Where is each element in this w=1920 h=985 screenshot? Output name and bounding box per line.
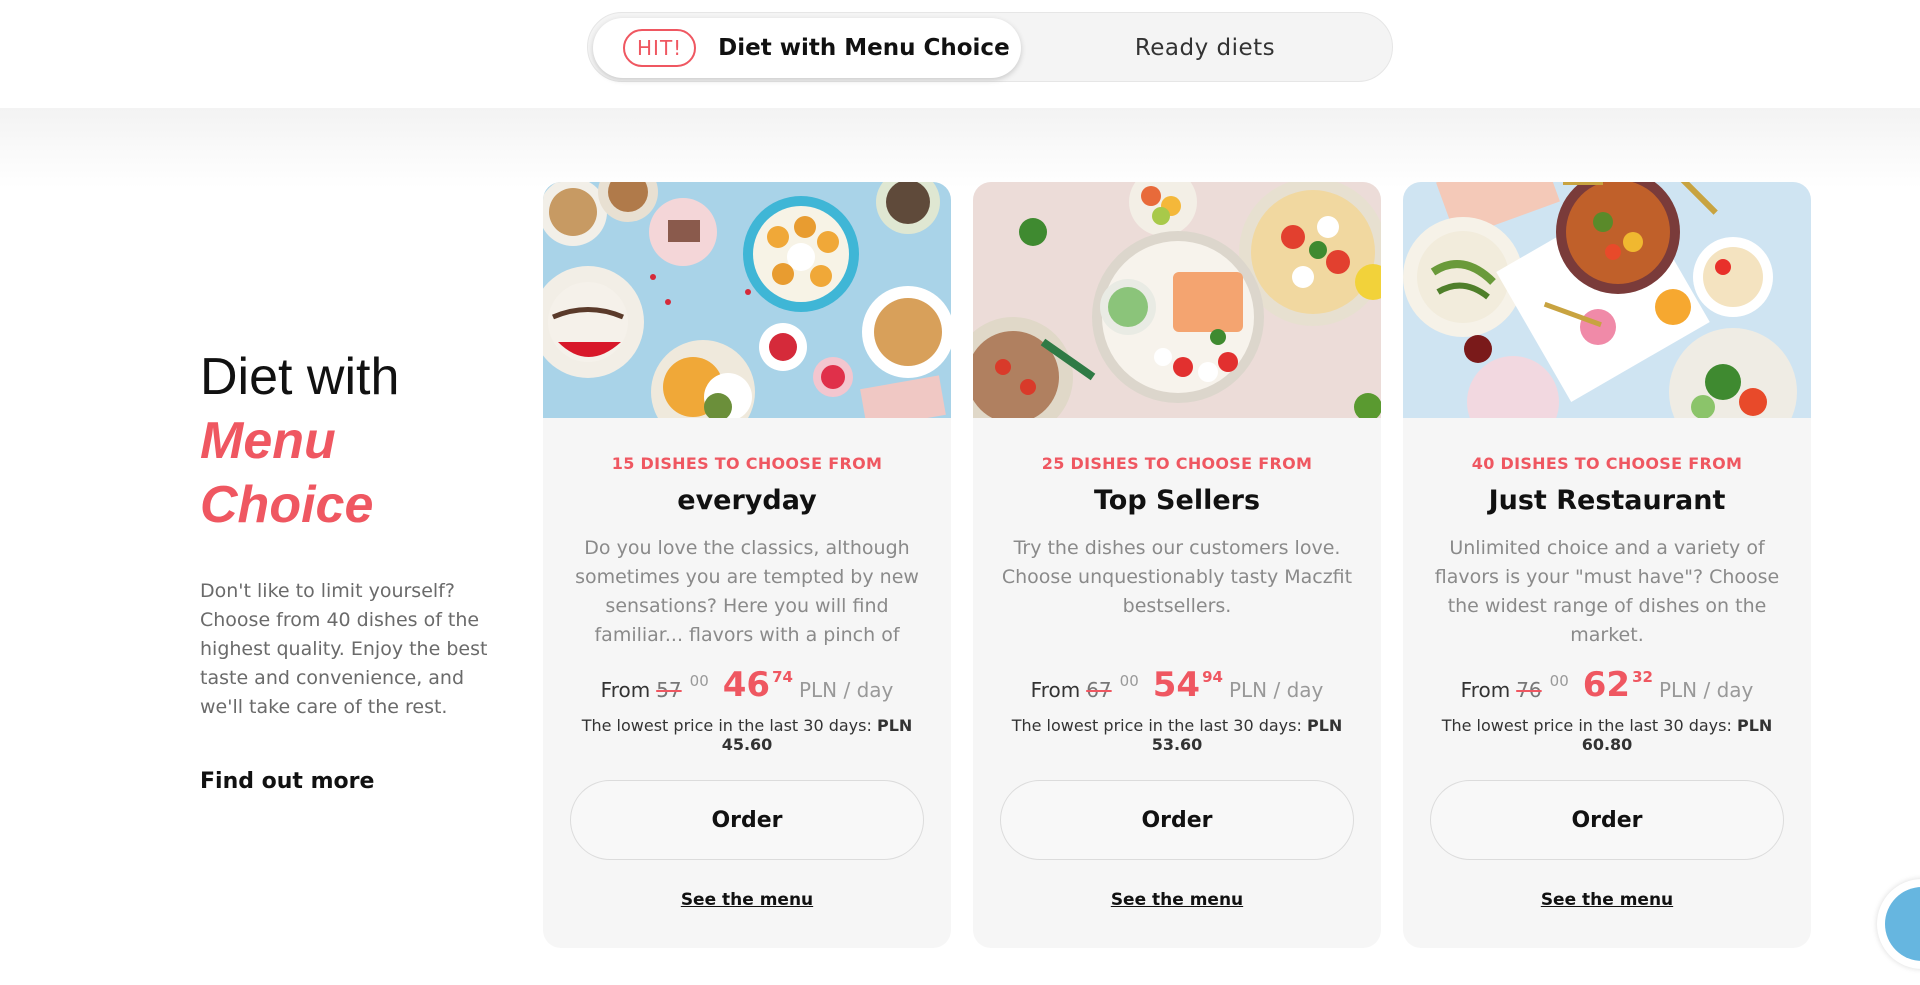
old-price: 57 <box>656 678 682 702</box>
lowest-price-label: The lowest price in the last 30 days: <box>1011 716 1302 735</box>
diet-name: Top Sellers <box>1093 485 1261 516</box>
diet-name: Just Restaurant <box>1488 485 1726 516</box>
intro-section: Diet with Menu Choice Don't like to limi… <box>200 345 500 794</box>
price-unit: PLN / day <box>798 678 894 702</box>
tab-label: Diet with Menu Choice <box>718 35 1010 61</box>
intro-title: Diet with Menu Choice <box>200 345 500 537</box>
price: From 57 00 46 74 PLN / day <box>565 666 929 706</box>
order-button[interactable]: Order <box>1000 780 1354 860</box>
dish-count: 15 DISHES TO CHOOSE FROM <box>611 454 883 473</box>
food-photo <box>543 182 951 418</box>
diet-card-top-sellers: 25 DISHES TO CHOOSE FROM Top Sellers Try… <box>973 182 1381 948</box>
card-body: 25 DISHES TO CHOOSE FROM Top Sellers Try… <box>973 454 1381 910</box>
old-price: 67 <box>1086 678 1112 702</box>
lowest-price: The lowest price in the last 30 days: PL… <box>995 716 1359 754</box>
diet-description: Do you love the classics, although somet… <box>575 537 919 646</box>
hit-badge: HIT! <box>623 29 697 67</box>
price-unit: PLN / day <box>1658 678 1754 702</box>
diet-card-everyday: 15 DISHES TO CHOOSE FROM everyday Do you… <box>543 182 951 948</box>
order-button[interactable]: Order <box>570 780 924 860</box>
intro-title-accent: Menu <box>200 412 336 470</box>
see-the-menu-link[interactable]: See the menu <box>681 890 813 910</box>
intro-title-line: Diet with <box>200 348 400 406</box>
new-price-cents: 74 <box>772 668 793 686</box>
diet-card-just-restaurant: 40 DISHES TO CHOOSE FROM Just Restaurant… <box>1403 182 1811 948</box>
price-from: From <box>1460 678 1511 702</box>
price-from: From <box>1030 678 1081 702</box>
see-the-menu-link[interactable]: See the menu <box>1111 890 1243 910</box>
price: From 76 00 62 32 PLN / day <box>1425 666 1789 706</box>
food-photo <box>973 182 1381 418</box>
see-the-menu-link[interactable]: See the menu <box>1541 890 1673 910</box>
diet-description: Try the dishes our customers love. Choos… <box>1001 537 1353 617</box>
old-price-cents: 00 <box>1119 672 1139 690</box>
new-price-cents: 32 <box>1632 668 1653 686</box>
price-from: From <box>600 678 651 702</box>
diet-description: Unlimited choice and a variety of flavor… <box>1434 537 1780 646</box>
intro-description: Don't like to limit yourself? Choose fro… <box>200 580 488 718</box>
food-photo <box>1403 182 1811 418</box>
order-button[interactable]: Order <box>1430 780 1784 860</box>
diet-name: everyday <box>677 485 817 516</box>
lowest-price: The lowest price in the last 30 days: PL… <box>1425 716 1789 754</box>
old-price-cents: 00 <box>1549 672 1569 690</box>
dish-count: 40 DISHES TO CHOOSE FROM <box>1471 454 1743 473</box>
card-body: 15 DISHES TO CHOOSE FROM everyday Do you… <box>543 454 951 910</box>
price-unit: PLN / day <box>1228 678 1324 702</box>
new-price-cents: 94 <box>1202 668 1223 686</box>
new-price: 62 <box>1582 665 1631 705</box>
find-out-more-link[interactable]: Find out more <box>200 769 500 794</box>
new-price: 46 <box>722 665 771 705</box>
card-body: 40 DISHES TO CHOOSE FROM Just Restaurant… <box>1403 454 1811 910</box>
top-bar: HIT! Diet with Menu Choice Ready diets <box>0 0 1920 108</box>
tab-diet-with-menu-choice[interactable]: HIT! Diet with Menu Choice <box>593 18 1021 78</box>
diet-type-switch: HIT! Diet with Menu Choice Ready diets <box>587 12 1393 82</box>
dish-count: 25 DISHES TO CHOOSE FROM <box>1041 454 1313 473</box>
intro-title-accent: Choice <box>200 476 374 534</box>
lowest-price: The lowest price in the last 30 days: PL… <box>565 716 929 754</box>
price: From 67 00 54 94 PLN / day <box>995 666 1359 706</box>
tab-ready-diets[interactable]: Ready diets <box>1021 18 1389 78</box>
lowest-price-label: The lowest price in the last 30 days: <box>1441 716 1732 735</box>
chat-icon-circle <box>1885 887 1920 961</box>
new-price: 54 <box>1152 665 1201 705</box>
lowest-price-label: The lowest price in the last 30 days: <box>581 716 872 735</box>
old-price-cents: 00 <box>689 672 709 690</box>
old-price: 76 <box>1516 678 1542 702</box>
